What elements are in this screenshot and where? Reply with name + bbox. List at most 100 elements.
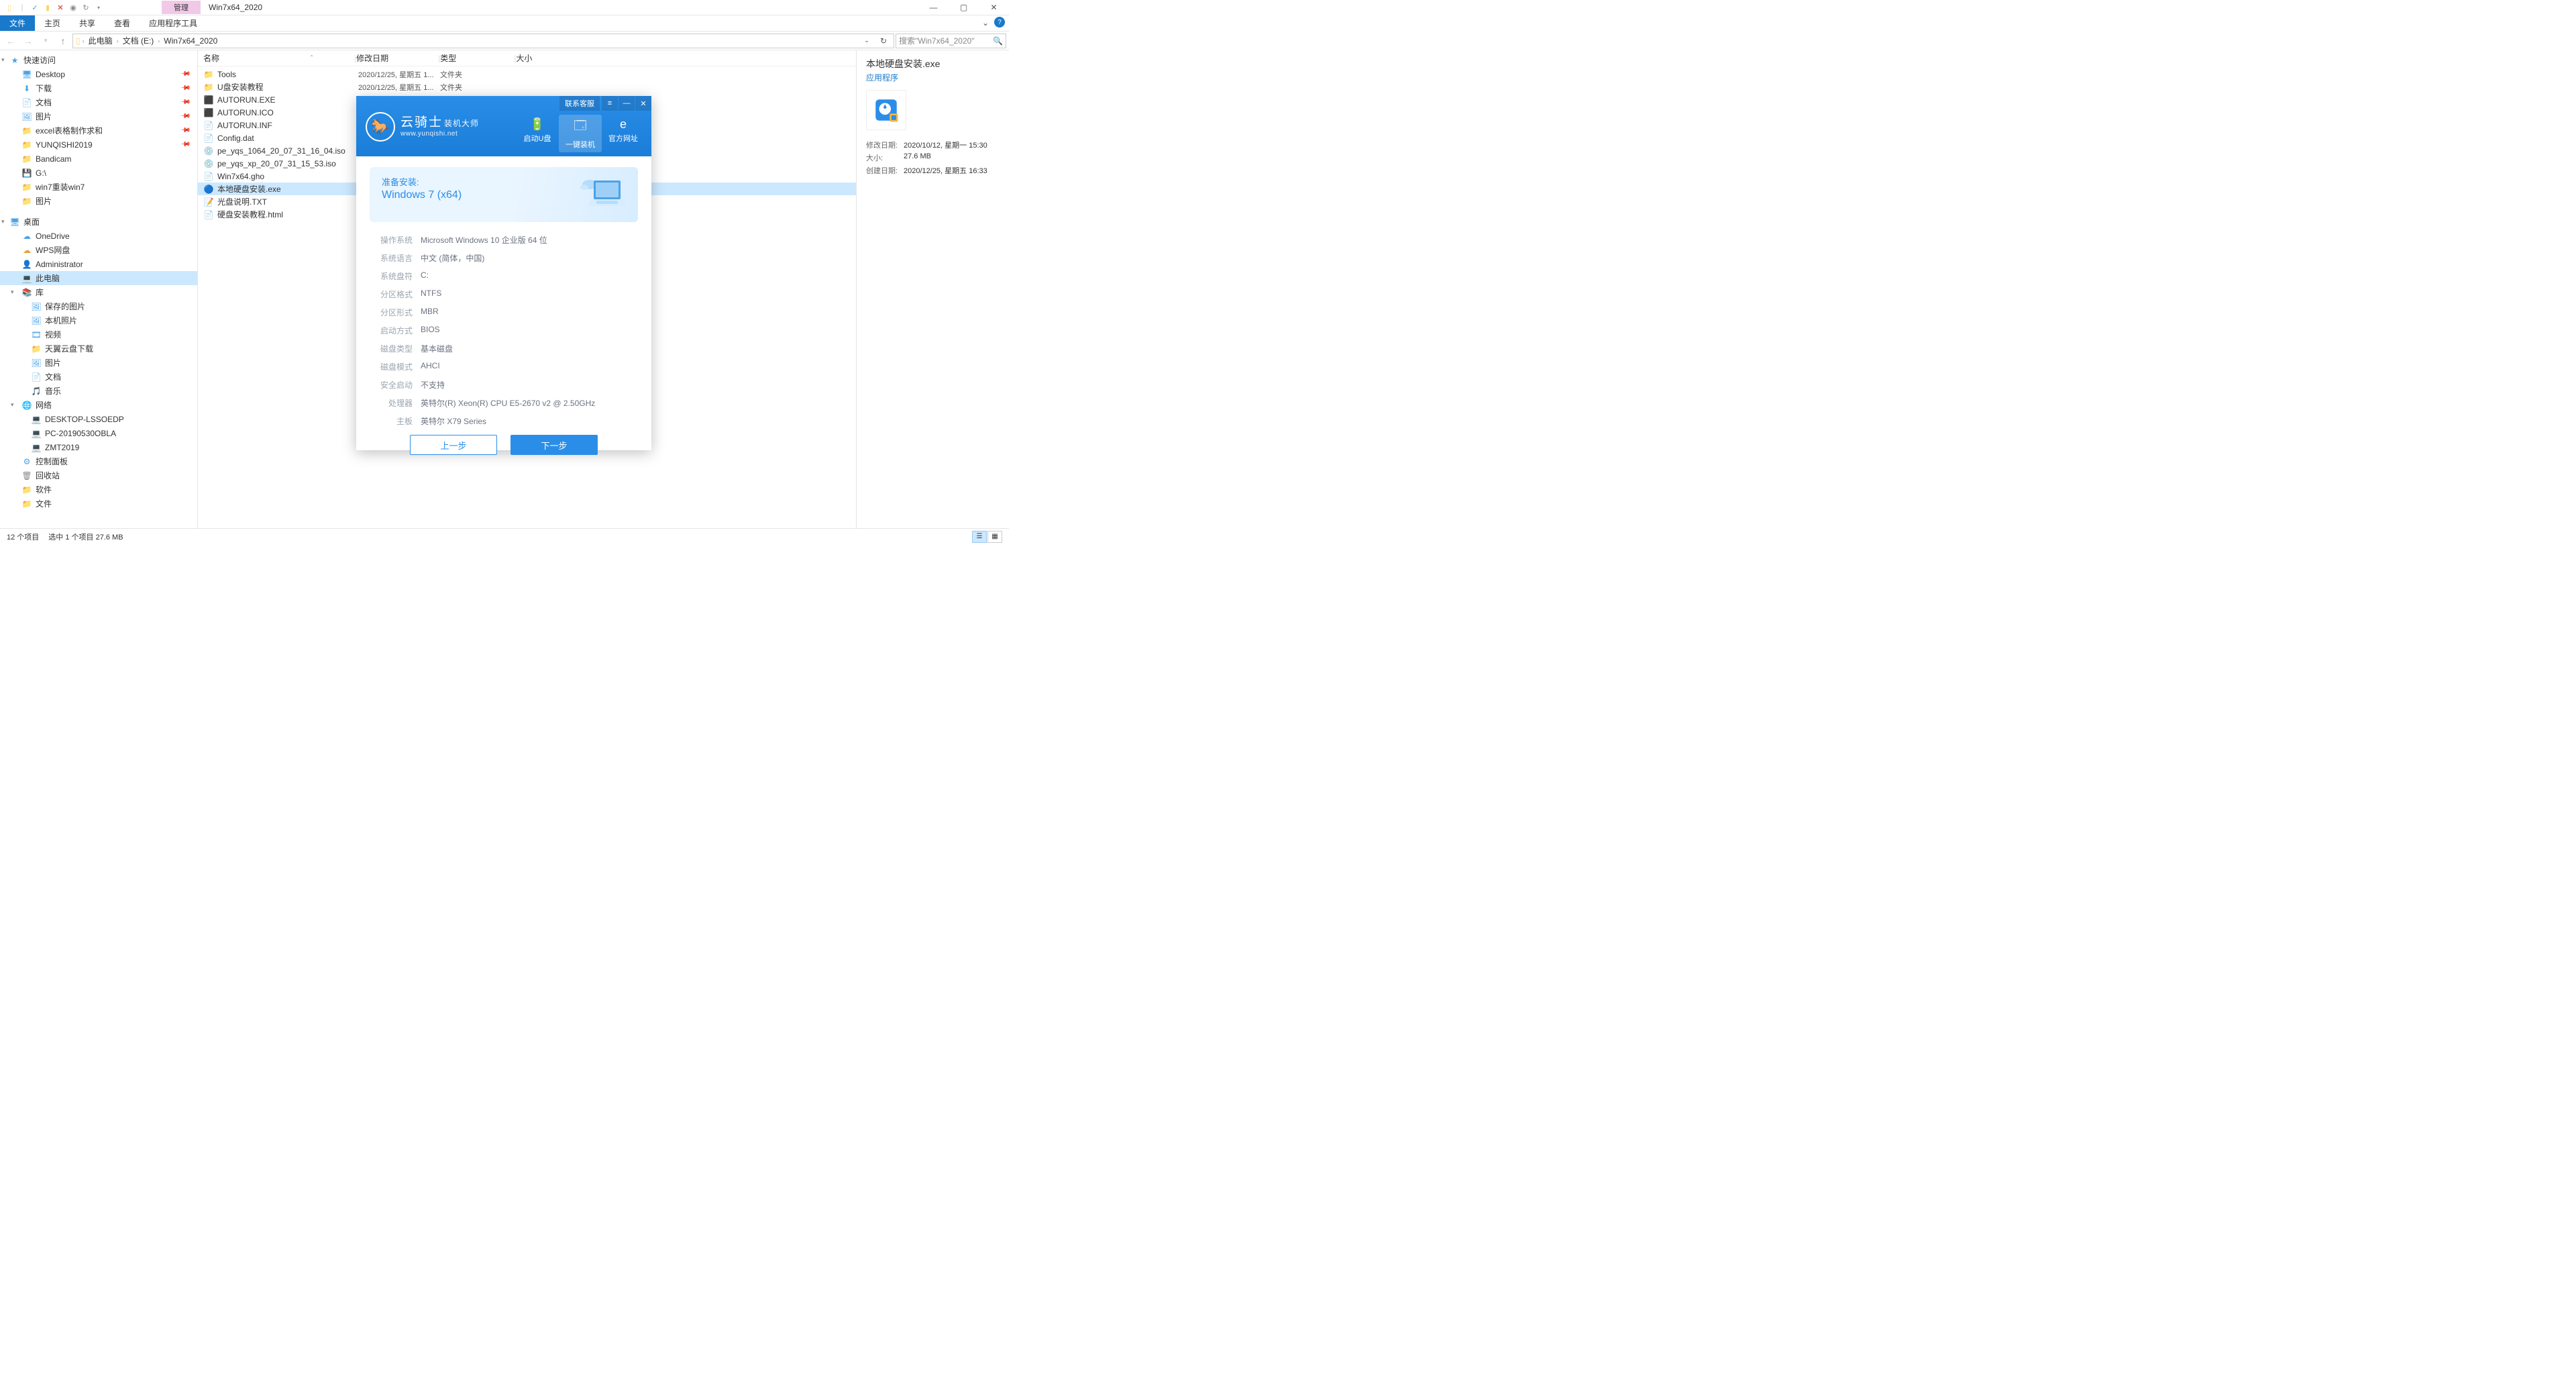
sidebar-item[interactable]: 👤Administrator xyxy=(0,257,197,271)
sidebar-item[interactable]: 📄文档📌 xyxy=(0,95,197,109)
back-button[interactable]: ← xyxy=(3,33,19,49)
info-label: 系统盘符 xyxy=(374,270,413,282)
chevron-down-icon[interactable]: ▾ xyxy=(1,218,5,225)
file-name: AUTORUN.ICO xyxy=(217,108,358,117)
item-label: 回收站 xyxy=(36,470,60,481)
file-icon: ⬛ xyxy=(203,95,214,105)
recent-dropdown[interactable]: ▾ xyxy=(38,33,54,49)
contact-support-button[interactable]: 联系客服 xyxy=(559,96,600,111)
sidebar-item[interactable]: 💻此电脑 xyxy=(0,271,197,285)
crumb-folder[interactable]: Win7x64_2020 xyxy=(162,36,219,46)
file-row[interactable]: 📁Tools2020/12/25, 星期五 1...文件夹 xyxy=(198,68,856,81)
installer-tab[interactable]: 🔋启动U盘 xyxy=(516,115,559,152)
sidebar-item[interactable]: 📁图片 xyxy=(0,194,197,208)
desktop-header[interactable]: ▾ 🖥 桌面 xyxy=(0,215,197,229)
chevron-down-icon[interactable]: ▾ xyxy=(11,289,14,296)
ribbon-tab-share[interactable]: 共享 xyxy=(70,15,105,31)
folder-icon[interactable]: ▯ xyxy=(4,2,15,13)
sidebar-item[interactable]: ⚙控制面板 xyxy=(0,454,197,468)
manage-context-tab[interactable]: 管理 xyxy=(162,1,201,14)
sidebar-item[interactable]: 📁excel表格制作求和📌 xyxy=(0,123,197,138)
search-icon[interactable]: 🔍 xyxy=(993,36,1003,46)
chevron-down-icon[interactable]: ▾ xyxy=(1,56,5,64)
maximize-button[interactable]: ▢ xyxy=(949,0,979,15)
details-view-button[interactable]: ☰ xyxy=(972,531,987,543)
forward-button[interactable]: → xyxy=(20,33,36,49)
close-icon[interactable]: ✕ xyxy=(635,96,651,111)
up-button[interactable]: ↑ xyxy=(55,33,71,49)
sidebar-item[interactable]: ▾🌐网络 xyxy=(0,398,197,412)
item-label: YUNQISHI2019 xyxy=(36,140,93,150)
sidebar-item[interactable]: ⬇下载📌 xyxy=(0,81,197,95)
sidebar-item[interactable]: 🎞视频 xyxy=(0,327,197,342)
file-name: pe_yqs_1064_20_07_31_16_04.iso xyxy=(217,146,358,156)
menu-icon[interactable]: ≡ xyxy=(602,96,618,111)
sidebar-item[interactable]: 📁YUNQISHI2019📌 xyxy=(0,138,197,152)
col-size[interactable]: 大小 xyxy=(516,52,556,64)
sidebar-item[interactable]: 📁软件 xyxy=(0,482,197,497)
installer-tab[interactable]: e官方网址 xyxy=(602,115,645,152)
sidebar-item[interactable]: 🖼保存的图片 xyxy=(0,299,197,313)
crumb-pc[interactable]: 此电脑 xyxy=(87,35,115,46)
minimize-icon[interactable]: — xyxy=(619,96,635,111)
delete-icon[interactable]: ✕ xyxy=(55,2,66,13)
back-button[interactable]: 上一步 xyxy=(410,435,497,455)
sidebar-item[interactable]: 🖼图片 xyxy=(0,356,197,370)
ribbon-tab-apptools[interactable]: 应用程序工具 xyxy=(140,15,207,31)
folder-icon[interactable]: ▮ xyxy=(42,2,53,13)
redo-icon[interactable]: ↻ xyxy=(80,2,91,13)
sidebar-item[interactable]: ☁WPS网盘 xyxy=(0,243,197,257)
sidebar-item[interactable]: 📄文档 xyxy=(0,370,197,384)
crumb-drive[interactable]: 文档 (E:) xyxy=(121,35,156,46)
info-value: NTFS xyxy=(421,289,634,300)
dropdown-icon[interactable]: ⌄ xyxy=(859,37,874,44)
item-label: 图片 xyxy=(36,111,52,122)
sidebar-item[interactable]: 💻ZMT2019 xyxy=(0,440,197,454)
col-name[interactable]: 名称⌃ xyxy=(198,52,354,64)
sidebar-item[interactable]: 🎵音乐 xyxy=(0,384,197,398)
nav-tree[interactable]: ▾ ★ 快速访问 🖥Desktop📌⬇下载📌📄文档📌🖼图片📌📁excel表格制作… xyxy=(0,50,198,528)
sidebar-item[interactable]: ▾📚库 xyxy=(0,285,197,299)
installer-tab[interactable]: 🗔一键装机 xyxy=(559,115,602,152)
sidebar-item[interactable]: 🖥Desktop📌 xyxy=(0,67,197,81)
sidebar-item[interactable]: 📁win7重装win7 xyxy=(0,180,197,194)
sidebar-item[interactable]: 🗑回收站 xyxy=(0,468,197,482)
ribbon-tab-home[interactable]: 主页 xyxy=(35,15,70,31)
dropdown-icon[interactable]: ▾ xyxy=(93,2,104,13)
chevron-right-icon[interactable]: › xyxy=(117,38,119,44)
sidebar-item[interactable]: 📁天翼云盘下载 xyxy=(0,342,197,356)
sidebar-item[interactable]: 📁Bandicam xyxy=(0,152,197,166)
minimize-button[interactable]: — xyxy=(918,0,949,15)
search-input[interactable]: 搜索"Win7x64_2020" 🔍 xyxy=(896,34,1006,48)
expand-ribbon-icon[interactable]: ⌄ xyxy=(982,18,989,28)
sidebar-item[interactable]: 🖼图片📌 xyxy=(0,109,197,123)
chevron-down-icon[interactable]: ▾ xyxy=(11,401,14,409)
sidebar-item[interactable]: 🖼本机照片 xyxy=(0,313,197,327)
icons-view-button[interactable]: ▦ xyxy=(987,531,1002,543)
close-button[interactable]: ✕ xyxy=(979,0,1009,15)
app-icon xyxy=(872,96,900,124)
file-tab[interactable]: 文件 xyxy=(0,15,35,31)
next-button[interactable]: 下一步 xyxy=(511,435,598,455)
col-type[interactable]: 类型 xyxy=(440,52,514,64)
help-icon[interactable]: ? xyxy=(994,17,1005,28)
item-label: ZMT2019 xyxy=(45,443,79,452)
check-icon[interactable]: ✓ xyxy=(30,2,40,13)
properties-icon[interactable]: ◉ xyxy=(68,2,78,13)
quick-access-header[interactable]: ▾ ★ 快速访问 xyxy=(0,53,197,67)
sidebar-item[interactable]: 📁文件 xyxy=(0,497,197,511)
col-date[interactable]: 修改日期 xyxy=(356,52,438,64)
file-row[interactable]: 📁U盘安装教程2020/12/25, 星期五 1...文件夹 xyxy=(198,81,856,93)
sidebar-item[interactable]: 💾G:\ xyxy=(0,166,197,180)
item-icon: 📁 xyxy=(21,125,32,136)
sidebar-item[interactable]: ☁OneDrive xyxy=(0,229,197,243)
sidebar-item[interactable]: 💻PC-20190530OBLA xyxy=(0,426,197,440)
chevron-right-icon[interactable]: › xyxy=(158,38,160,44)
chevron-right-icon[interactable]: › xyxy=(83,38,85,44)
sidebar-item[interactable]: 💻DESKTOP-LSSOEDP xyxy=(0,412,197,426)
refresh-icon[interactable]: ↻ xyxy=(876,36,891,46)
breadcrumb[interactable]: ▯ › 此电脑 › 文档 (E:) › Win7x64_2020 ⌄ ↻ xyxy=(72,34,894,48)
installer-brand: 🐎 云骑士装机大师 www.yunqishi.net xyxy=(366,112,479,142)
installer-header: 联系客服 ≡ — ✕ 🐎 云骑士装机大师 www.yunqishi.net 🔋启… xyxy=(356,96,651,156)
ribbon-tab-view[interactable]: 查看 xyxy=(105,15,140,31)
